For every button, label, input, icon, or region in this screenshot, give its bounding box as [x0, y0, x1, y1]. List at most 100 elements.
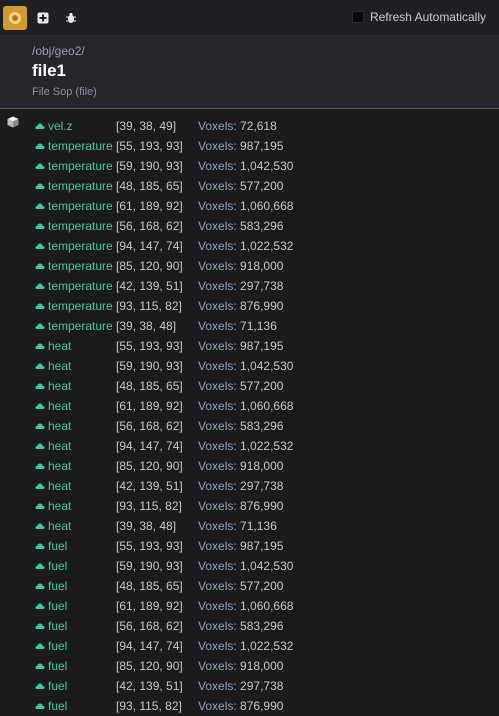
voxel-count-value: 72,618: [240, 119, 277, 133]
volume-icon: [35, 301, 45, 311]
voxel-count: Voxels: 876,990: [198, 299, 283, 313]
volume-icon: [35, 141, 45, 151]
volume-icon: [35, 421, 45, 431]
volume-name-label: temperature: [48, 199, 113, 213]
volume-row: fuel [56, 168, 62] Voxels: 583,296: [0, 616, 499, 636]
volume-name-label: heat: [48, 419, 72, 433]
voxel-count: Voxels: 297,738: [198, 279, 283, 293]
volume-icon: [35, 581, 45, 591]
volume-row: temperature [39, 38, 48] Voxels: 71,136: [0, 316, 499, 336]
volume-name-label: heat: [48, 439, 72, 453]
volume-row: heat [59, 190, 93] Voxels: 1,042,530: [0, 356, 499, 376]
volume-row: heat [42, 139, 51] Voxels: 297,738: [0, 476, 499, 496]
volume-name-label: fuel: [48, 579, 68, 593]
voxel-count-label: Voxels:: [198, 579, 237, 593]
volume-name: heat: [35, 379, 71, 393]
voxel-count-value: 987,195: [240, 339, 284, 353]
volume-name: fuel: [35, 599, 67, 613]
voxel-count: Voxels: 577,200: [198, 579, 283, 593]
voxel-count: Voxels: 72,618: [198, 119, 277, 133]
voxel-count: Voxels: 1,022,532: [198, 439, 293, 453]
volume-name-label: fuel: [48, 699, 68, 713]
volume-name-label: temperature: [48, 179, 113, 193]
refresh-checkbox[interactable]: [351, 11, 364, 23]
voxel-count-label: Voxels:: [198, 379, 237, 393]
voxel-count-value: 1,022,532: [240, 239, 294, 253]
bug-icon: [66, 12, 76, 23]
volume-icon: [35, 681, 45, 691]
volume-icon: [35, 241, 45, 251]
volume-row: heat [48, 185, 65] Voxels: 577,200: [0, 376, 499, 396]
voxel-count-value: 583,296: [240, 219, 284, 233]
debug-button[interactable]: [63, 6, 79, 30]
volume-icon: [35, 481, 45, 491]
plus-icon: [37, 12, 49, 24]
volume-icon: [35, 441, 45, 451]
voxel-count: Voxels: 876,990: [198, 699, 283, 713]
volume-name-label: fuel: [48, 659, 68, 673]
volume-name: heat: [35, 519, 71, 533]
node-type: File Sop (file): [32, 86, 97, 98]
add-button[interactable]: [35, 6, 51, 30]
voxel-count: Voxels: 987,195: [198, 539, 283, 553]
volume-name-label: fuel: [48, 539, 68, 553]
volume-icon: [35, 181, 45, 191]
voxel-count-label: Voxels:: [198, 439, 237, 453]
voxel-count-label: Voxels:: [198, 619, 237, 633]
voxel-count-label: Voxels:: [198, 399, 237, 413]
voxel-count-label: Voxels:: [198, 199, 237, 213]
volume-name: temperature: [35, 319, 113, 333]
volume-row: heat [93, 115, 82] Voxels: 876,990: [0, 496, 499, 516]
voxel-count-value: 1,060,668: [240, 199, 294, 213]
voxel-count-label: Voxels:: [198, 259, 237, 273]
voxel-count: Voxels: 577,200: [198, 379, 283, 393]
voxel-count: Voxels: 71,136: [198, 319, 277, 333]
volume-icon: [35, 621, 45, 631]
volume-name: temperature: [35, 159, 113, 173]
volume-name-label: fuel: [48, 559, 68, 573]
volume-resolution: [42, 139, 51]: [116, 679, 183, 693]
volume-name-label: fuel: [48, 679, 68, 693]
voxel-count-value: 987,195: [240, 139, 284, 153]
volume-resolution: [39, 38, 48]: [116, 319, 177, 333]
voxel-count: Voxels: 1,060,668: [198, 199, 293, 213]
voxel-count-value: 1,042,530: [240, 559, 294, 573]
volume-resolution: [61, 189, 92]: [116, 599, 183, 613]
voxel-count-label: Voxels:: [198, 279, 237, 293]
volume-resolution: [55, 193, 93]: [116, 139, 183, 153]
voxel-count: Voxels: 297,738: [198, 479, 283, 493]
voxel-count-value: 1,042,530: [240, 159, 294, 173]
volume-name: fuel: [35, 639, 67, 653]
volume-name: fuel: [35, 659, 67, 673]
node-info-button[interactable]: [3, 6, 27, 30]
volume-icon: [35, 561, 45, 571]
volume-name-label: heat: [48, 459, 72, 473]
volume-row: fuel [85, 120, 90] Voxels: 918,000: [0, 656, 499, 676]
volume-name: fuel: [35, 619, 67, 633]
refresh-automatically-toggle[interactable]: Refresh Automatically: [351, 10, 486, 24]
volume-icon: [35, 661, 45, 671]
volume-resolution: [48, 185, 65]: [116, 379, 183, 393]
volume-icon: [35, 381, 45, 391]
volume-resolution: [59, 190, 93]: [116, 359, 183, 373]
node-path: /obj/geo2/: [32, 44, 85, 58]
voxel-count-value: 583,296: [240, 419, 284, 433]
voxel-count-label: Voxels:: [198, 499, 237, 513]
voxel-count: Voxels: 1,042,530: [198, 159, 293, 173]
voxel-count-label: Voxels:: [198, 339, 237, 353]
volume-icon: [35, 521, 45, 531]
volume-name: temperature: [35, 219, 113, 233]
voxel-count-value: 1,042,530: [240, 359, 294, 373]
volume-name-label: fuel: [48, 599, 68, 613]
volume-name: temperature: [35, 179, 113, 193]
volume-name: temperature: [35, 199, 113, 213]
volume-resolution: [39, 38, 49]: [116, 119, 177, 133]
voxel-count-label: Voxels:: [198, 599, 237, 613]
volume-name-label: heat: [48, 499, 72, 513]
volume-row: heat [94, 147, 74] Voxels: 1,022,532: [0, 436, 499, 456]
volume-name-label: heat: [48, 479, 72, 493]
voxel-count: Voxels: 987,195: [198, 339, 283, 353]
volume-icon: [35, 121, 45, 131]
voxel-count-value: 1,022,532: [240, 439, 294, 453]
voxel-count-label: Voxels:: [198, 419, 237, 433]
